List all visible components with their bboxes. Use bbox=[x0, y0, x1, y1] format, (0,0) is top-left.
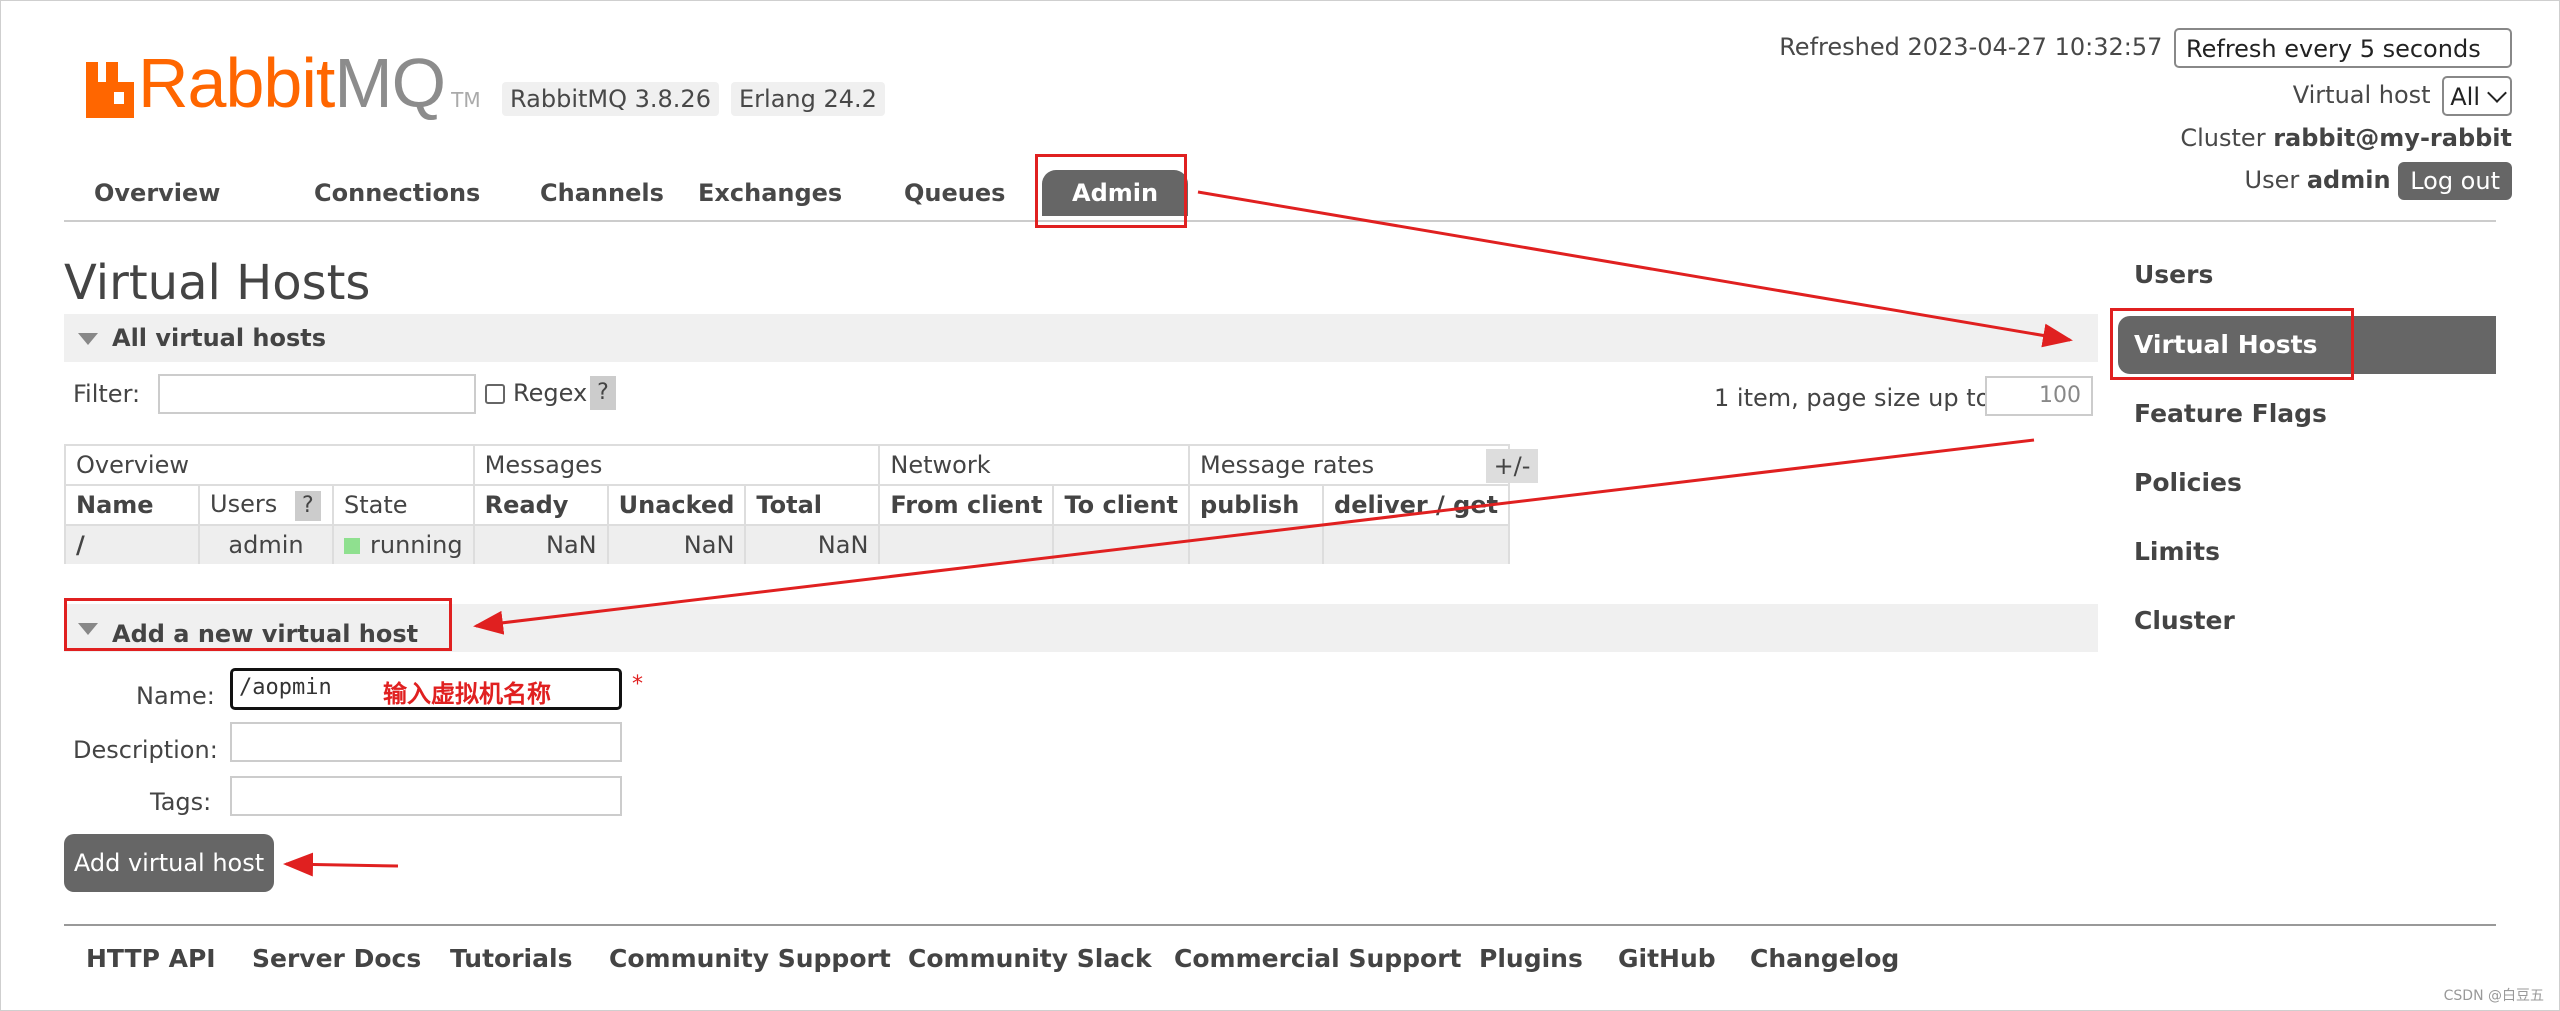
column-toggle-button[interactable]: +/- bbox=[1486, 449, 1538, 483]
tags-label: Tags: bbox=[150, 788, 212, 816]
cluster-row: Cluster rabbit@my-rabbit bbox=[2180, 124, 2512, 152]
col-deliver-get[interactable]: deliver / get bbox=[1322, 485, 1511, 526]
all-vhosts-title: All virtual hosts bbox=[112, 324, 327, 352]
col-ready[interactable]: Ready bbox=[472, 485, 609, 526]
cell-from-client bbox=[878, 525, 1055, 564]
refresh-interval-select[interactable]: Refresh every 5 seconds bbox=[2174, 28, 2512, 94]
cell-total: NaN bbox=[744, 525, 881, 564]
cell-publish bbox=[1188, 525, 1325, 564]
annotation-box-admin bbox=[1035, 154, 1187, 228]
group-messages: Messages bbox=[472, 444, 880, 486]
sidebar-item-policies[interactable]: Policies bbox=[2118, 454, 2496, 512]
vhosts-table: Overview Messages Network Message rates … bbox=[64, 444, 1511, 564]
input-annotation: 输入虚拟机名称 bbox=[383, 680, 551, 708]
regex-checkbox[interactable] bbox=[485, 384, 505, 404]
tab-queues[interactable]: Queues bbox=[874, 170, 1035, 216]
vhost-name-link[interactable]: / bbox=[64, 525, 200, 564]
chevron-down-icon bbox=[2487, 83, 2507, 103]
vhost-label: Virtual host bbox=[2292, 81, 2431, 109]
sidebar-item-limits[interactable]: Limits bbox=[2118, 523, 2496, 581]
page-title: Virtual Hosts bbox=[64, 255, 371, 311]
group-message-rates: Message rates bbox=[1188, 444, 1511, 486]
vhost-select[interactable]: All bbox=[2442, 76, 2512, 116]
footer-link-tutorials[interactable]: Tutorials bbox=[450, 944, 572, 973]
cell-users: admin bbox=[198, 525, 334, 564]
annotation-box-add-vhost bbox=[64, 598, 452, 651]
filter-input[interactable] bbox=[158, 374, 476, 414]
group-overview: Overview bbox=[64, 444, 474, 486]
footer-link-http-api[interactable]: HTTP API bbox=[86, 944, 216, 973]
group-network: Network bbox=[878, 444, 1190, 486]
footer-link-community-slack[interactable]: Community Slack bbox=[908, 944, 1152, 973]
running-status-icon bbox=[344, 538, 360, 554]
annotation-box-virtual-hosts bbox=[2110, 308, 2354, 380]
collapse-triangle-icon bbox=[78, 333, 98, 345]
tab-overview[interactable]: Overview bbox=[64, 170, 250, 216]
required-marker: * bbox=[632, 672, 643, 697]
col-users: Users ? bbox=[198, 485, 334, 526]
sidebar-item-feature-flags[interactable]: Feature Flags bbox=[2118, 385, 2496, 443]
tags-input[interactable] bbox=[230, 776, 622, 816]
logo-trademark: TM bbox=[451, 88, 481, 112]
logo-wordmark: RabbitMQ bbox=[138, 44, 446, 122]
col-publish[interactable]: publish bbox=[1188, 485, 1325, 526]
col-name[interactable]: Name bbox=[64, 485, 200, 526]
rabbitmq-logo[interactable]: RabbitMQ TM bbox=[86, 48, 481, 118]
rabbit-logo-icon bbox=[86, 62, 134, 118]
col-state[interactable]: State bbox=[332, 485, 475, 526]
cell-ready: NaN bbox=[472, 525, 609, 564]
footer-link-server-docs[interactable]: Server Docs bbox=[252, 944, 421, 973]
col-to-client[interactable]: To client bbox=[1052, 485, 1191, 526]
description-input[interactable] bbox=[230, 722, 622, 762]
version-badge: RabbitMQ 3.8.26 bbox=[502, 82, 719, 116]
cluster-name: rabbit@my-rabbit bbox=[2273, 124, 2512, 152]
cluster-label: Cluster bbox=[2180, 124, 2266, 152]
sidebar-item-users[interactable]: Users bbox=[2118, 246, 2496, 304]
sidebar-item-cluster[interactable]: Cluster bbox=[2118, 592, 2496, 650]
refreshed-timestamp: Refreshed 2023-04-27 10:32:57 bbox=[1779, 33, 2163, 61]
refresh-row: Refreshed 2023-04-27 10:32:57 Refresh ev… bbox=[1779, 28, 2512, 94]
table-row[interactable]: / admin running NaN NaN NaN bbox=[64, 525, 1511, 564]
users-help-icon[interactable]: ? bbox=[294, 490, 321, 521]
tab-channels[interactable]: Channels bbox=[510, 170, 694, 216]
footer-link-changelog[interactable]: Changelog bbox=[1750, 944, 1899, 973]
cell-deliver-get bbox=[1322, 525, 1511, 564]
col-total[interactable]: Total bbox=[744, 485, 881, 526]
cell-state: running bbox=[332, 525, 475, 564]
erlang-badge: Erlang 24.2 bbox=[731, 82, 885, 116]
col-unacked[interactable]: Unacked bbox=[606, 485, 747, 526]
regex-help-icon[interactable]: ? bbox=[590, 376, 616, 410]
all-vhosts-section-header[interactable]: All virtual hosts bbox=[64, 314, 2098, 362]
col-from-client[interactable]: From client bbox=[878, 485, 1055, 526]
main-nav: Overview Connections Channels Exchanges … bbox=[64, 158, 2496, 222]
footer-link-plugins[interactable]: Plugins bbox=[1479, 944, 1583, 973]
tab-connections[interactable]: Connections bbox=[284, 170, 510, 216]
footer: HTTP API Server Docs Tutorials Community… bbox=[64, 924, 2496, 973]
vhost-row: Virtual host All bbox=[2293, 76, 2512, 116]
footer-link-community-support[interactable]: Community Support bbox=[609, 944, 891, 973]
add-virtual-host-button[interactable]: Add virtual host bbox=[64, 834, 274, 892]
footer-link-github[interactable]: GitHub bbox=[1618, 944, 1716, 973]
page-size-input[interactable]: 100 bbox=[1985, 376, 2093, 416]
regex-label: Regex bbox=[513, 379, 588, 407]
footer-link-commercial-support[interactable]: Commercial Support bbox=[1174, 944, 1462, 973]
filter-label: Filter: bbox=[73, 380, 141, 408]
name-label: Name: bbox=[136, 682, 215, 710]
watermark: CSDN @白豆五 bbox=[2443, 988, 2544, 1004]
tab-exchanges[interactable]: Exchanges bbox=[668, 170, 872, 216]
cell-unacked: NaN bbox=[606, 525, 747, 564]
pagination-text: 1 item, page size up to bbox=[1714, 384, 1991, 412]
cell-to-client bbox=[1052, 525, 1191, 564]
description-label: Description: bbox=[73, 736, 218, 764]
